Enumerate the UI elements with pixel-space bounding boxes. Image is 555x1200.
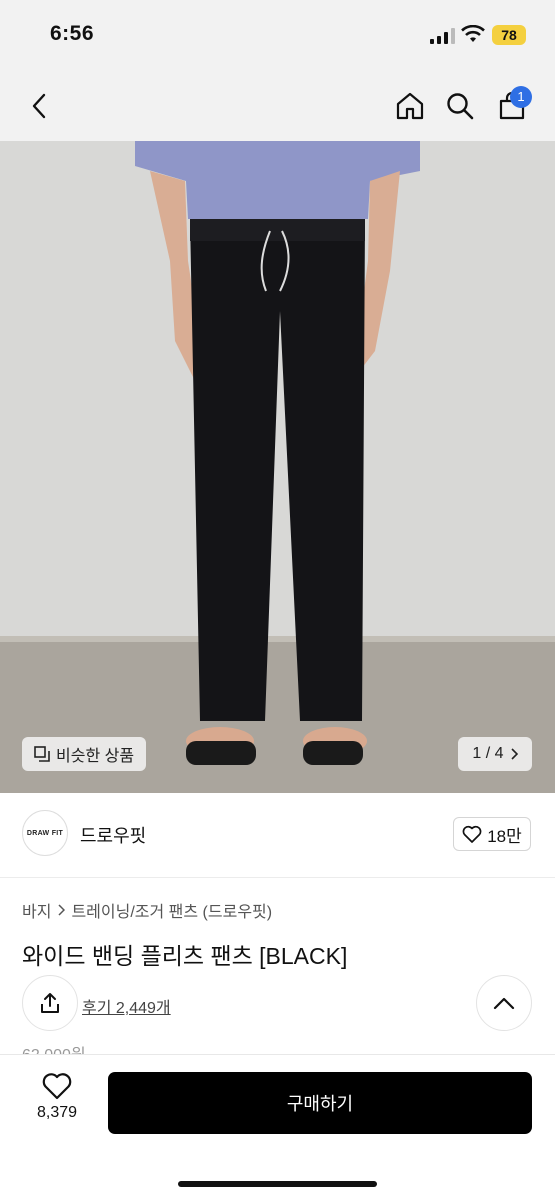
brand-logo-text: DRAW FIT xyxy=(26,829,64,837)
brand-like-count: 18만 xyxy=(487,826,522,846)
wifi-icon xyxy=(461,25,485,42)
status-time: 6:56 xyxy=(50,22,95,45)
brand-row: DRAW FIT 드로우핏 18만 xyxy=(0,793,555,878)
image-page-indicator[interactable]: 1 / 4 xyxy=(458,737,532,771)
product-title: 와이드 밴딩 플리츠 팬츠 [BLACK] xyxy=(22,943,348,969)
heart-icon xyxy=(462,825,482,843)
chevron-right-icon xyxy=(510,748,518,760)
wishlist-button[interactable]: 8,379 xyxy=(22,1072,92,1134)
search-icon xyxy=(447,93,474,120)
breadcrumb: 바지 트레이닝/조거 팬츠 (드로우핏) xyxy=(22,898,272,922)
chevron-right-icon xyxy=(58,904,66,916)
breadcrumb-item[interactable]: 트레이닝/조거 팬츠 (드로우핏) xyxy=(71,898,272,922)
status-bar: 6:56 78 xyxy=(0,0,555,70)
brand-name[interactable]: 드로우핏 xyxy=(80,822,146,848)
reviews-link[interactable]: 후기 2,449개 xyxy=(82,994,171,1018)
battery-indicator: 78 xyxy=(492,25,526,45)
home-button[interactable] xyxy=(390,86,430,126)
search-button[interactable] xyxy=(440,86,480,126)
home-indicator xyxy=(178,1181,377,1187)
product-photo xyxy=(0,141,555,793)
buy-button[interactable]: 구매하기 xyxy=(108,1072,532,1134)
breadcrumb-item[interactable]: 바지 xyxy=(22,898,51,922)
scroll-to-top-button[interactable] xyxy=(476,975,532,1031)
home-icon xyxy=(396,92,424,120)
original-price: 62,000원 xyxy=(22,1041,86,1055)
page-indicator-text: 1 / 4 xyxy=(472,745,504,762)
top-nav xyxy=(0,70,555,141)
back-button[interactable] xyxy=(20,86,60,126)
share-button[interactable] xyxy=(22,975,78,1031)
similar-products-label: 비슷한 상품 xyxy=(56,748,135,765)
similar-items-icon xyxy=(34,746,50,762)
product-image[interactable] xyxy=(0,141,555,793)
similar-products-button[interactable]: 비슷한 상품 xyxy=(22,737,147,771)
share-icon xyxy=(41,993,59,1013)
chevron-up-icon xyxy=(493,997,515,1010)
cellular-signal-icon xyxy=(430,28,455,44)
heart-icon xyxy=(42,1073,72,1100)
cart-count-badge: 1 xyxy=(510,86,532,108)
brand-like-button[interactable]: 18만 xyxy=(453,817,531,851)
chevron-left-icon xyxy=(32,93,46,119)
wishlist-count: 8,379 xyxy=(36,1104,78,1121)
brand-logo[interactable]: DRAW FIT xyxy=(22,810,68,856)
